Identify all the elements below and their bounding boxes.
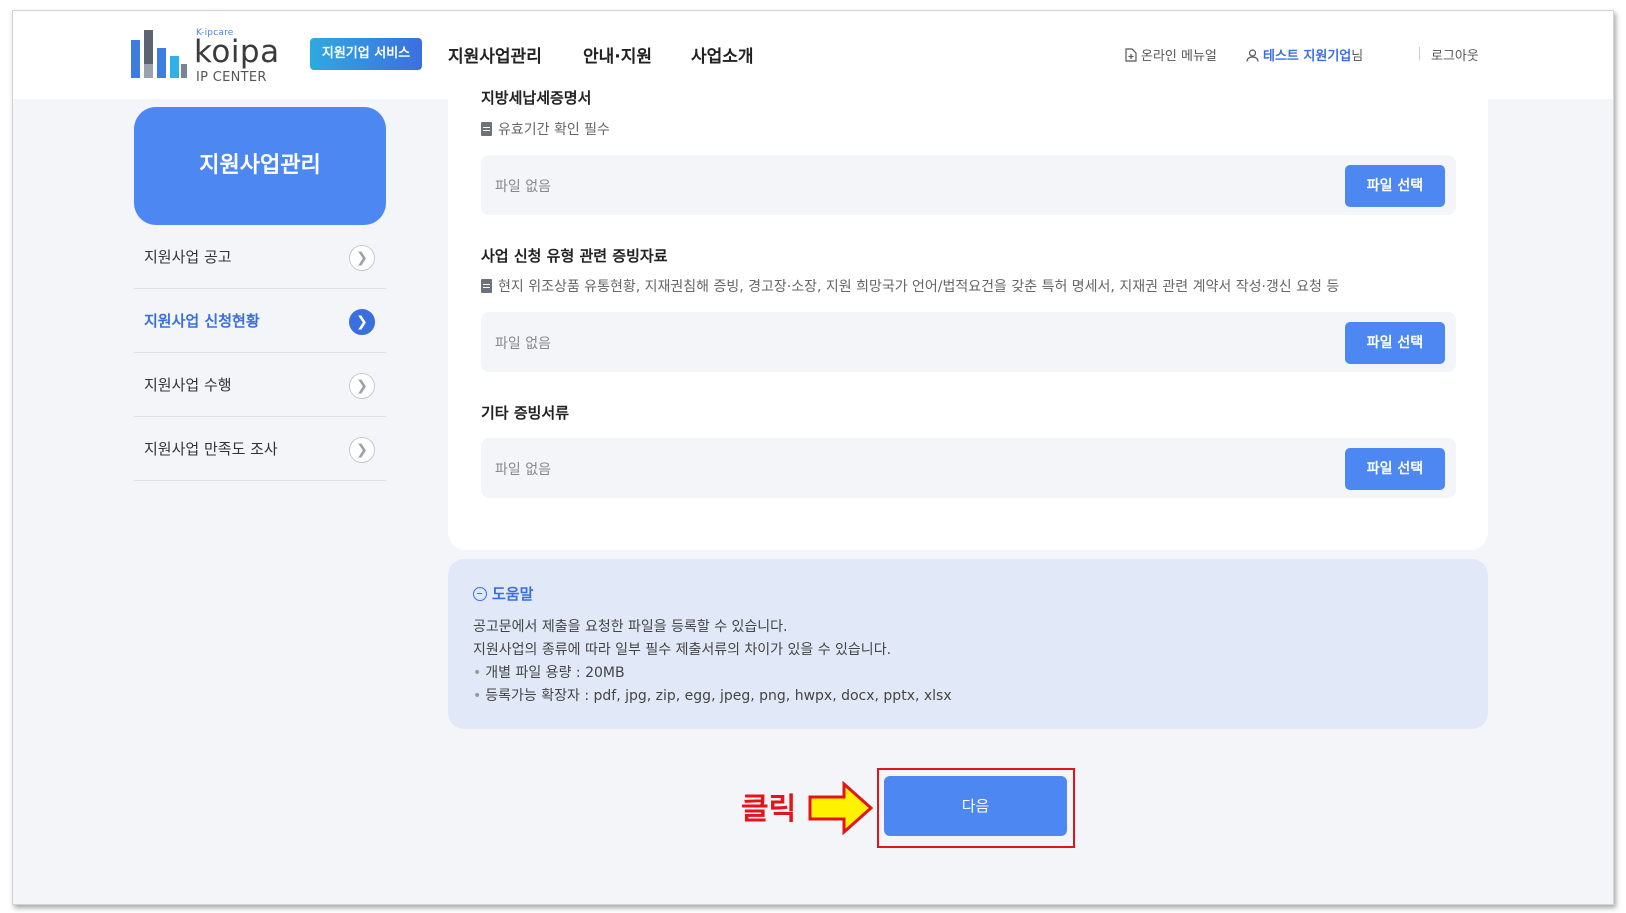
file-name-field[interactable]: 파일 없음 xyxy=(495,176,551,196)
help-box: 도움말 공고문에서 제출을 요청한 파일을 등록할 수 있습니다. 지원사업의 … xyxy=(448,559,1488,729)
section-title-type-evidence: 사업 신청 유형 관련 증빙자료 xyxy=(481,247,668,265)
screenshot-frame: K-ipcare koipa IP CENTER 지원기업 서비스 지원사업관리… xyxy=(12,10,1614,905)
document-plus-icon xyxy=(1125,48,1137,62)
sidebar-item-label: 지원사업 수행 xyxy=(144,376,232,394)
nav-guide-support[interactable]: 안내·지원 xyxy=(583,42,652,67)
file-upload-row: 파일 없음 파일 선택 xyxy=(481,312,1456,372)
online-manual-label: 온라인 메뉴얼 xyxy=(1141,49,1217,64)
help-title: 도움말 xyxy=(473,583,533,604)
upload-card: 지방세납세증명서 유효기간 확인 필수 파일 없음 파일 선택 사업 신청 유형… xyxy=(448,75,1488,550)
click-annotation-label: 클릭 xyxy=(741,792,797,827)
help-bullet-item: • 등록가능 확장자 : pdf, jpg, zip, egg, jpeg, pn… xyxy=(473,688,952,704)
file-name-field[interactable]: 파일 없음 xyxy=(495,459,551,479)
help-text: 지원사업의 종류에 따라 일부 필수 제출서류의 차이가 있을 수 있습니다. xyxy=(473,642,892,658)
section-desc: 유효기간 확인 필수 xyxy=(481,119,610,139)
sidebar-item-satisfaction-survey[interactable]: 지원사업 만족도 조사 ❯ xyxy=(134,417,386,481)
sidebar-item-label: 지원사업 신청현황 xyxy=(144,312,260,330)
file-upload-row: 파일 없음 파일 선택 xyxy=(481,155,1456,215)
file-select-button[interactable]: 파일 선택 xyxy=(1345,448,1445,490)
file-upload-row: 파일 없음 파일 선택 xyxy=(481,438,1456,498)
chevron-right-icon: ❯ xyxy=(349,437,375,463)
sidebar-item-label: 지원사업 공고 xyxy=(144,248,232,266)
user-info[interactable]: 테스트 지원기업님 xyxy=(1246,45,1363,64)
chevron-right-icon: ❯ xyxy=(349,309,375,335)
nav-business-intro[interactable]: 사업소개 xyxy=(691,42,754,67)
bullet-icon: • xyxy=(473,665,482,681)
logo-wordmark: koipa xyxy=(194,34,280,70)
file-name-field[interactable]: 파일 없음 xyxy=(495,333,551,353)
bullet-icon: • xyxy=(473,688,482,704)
user-icon xyxy=(1246,49,1259,62)
online-manual-link[interactable]: 온라인 메뉴얼 xyxy=(1125,45,1217,64)
chevron-right-icon: ❯ xyxy=(349,373,375,399)
sidebar-title: 지원사업관리 xyxy=(134,107,386,225)
sidebar-item-execution[interactable]: 지원사업 수행 ❯ xyxy=(134,353,386,417)
logo-subtitle: IP CENTER xyxy=(196,70,267,85)
nav-support-management[interactable]: 지원사업관리 xyxy=(448,42,542,67)
service-badge[interactable]: 지원기업 서비스 xyxy=(310,38,422,70)
document-icon xyxy=(481,279,492,293)
sidebar-item-label: 지원사업 만족도 조사 xyxy=(144,440,278,458)
chat-bubble-icon xyxy=(473,587,487,601)
file-select-button[interactable]: 파일 선택 xyxy=(1345,165,1445,207)
logout-link[interactable]: 로그아웃 xyxy=(1431,45,1479,64)
util-divider xyxy=(1419,47,1420,60)
chevron-right-icon: ❯ xyxy=(349,245,375,271)
user-suffix: 님 xyxy=(1351,49,1364,64)
document-icon xyxy=(481,122,492,136)
sidebar-item-announcement[interactable]: 지원사업 공고 ❯ xyxy=(134,225,386,289)
help-bullet-item: • 개별 파일 용량 : 20MB xyxy=(473,665,625,681)
arrow-right-icon xyxy=(808,781,874,835)
section-desc: 현지 위조상품 유통현황, 지재권침해 증빙, 경고장·소장, 지원 희망국가 … xyxy=(481,276,1339,296)
user-name: 테스트 지원기업 xyxy=(1263,49,1352,64)
section-title-other-documents: 기타 증빙서류 xyxy=(481,404,570,422)
section-title-tax-certificate: 지방세납세증명서 xyxy=(481,89,592,107)
next-button[interactable]: 다음 xyxy=(884,776,1067,836)
file-select-button[interactable]: 파일 선택 xyxy=(1345,322,1445,364)
koipa-logo[interactable]: K-ipcare koipa IP CENTER xyxy=(131,26,291,85)
help-text: 공고문에서 제출을 요청한 파일을 등록할 수 있습니다. xyxy=(473,619,788,635)
sidebar-item-application-status[interactable]: 지원사업 신청현황 ❯ xyxy=(134,289,386,353)
logo-bars-icon xyxy=(131,30,191,78)
